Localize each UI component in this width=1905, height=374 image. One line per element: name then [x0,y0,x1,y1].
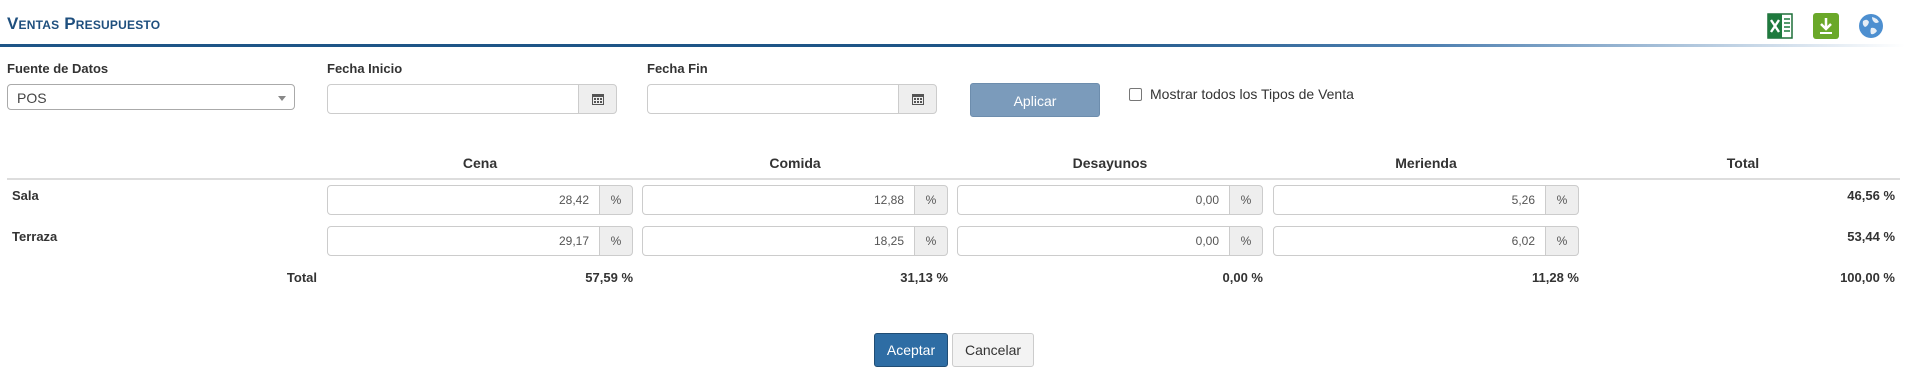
column-total-cena: 57,59 % [585,270,633,285]
grand-total: 100,00 % [1840,270,1895,285]
download-icon[interactable] [1812,12,1840,40]
start-date-input[interactable] [327,84,579,114]
table-cell: 12,88 % [642,185,948,215]
percent-addon: % [1545,226,1579,256]
excel-icon[interactable] [1766,12,1794,40]
percent-input[interactable]: 0,00 [957,226,1230,256]
percent-input[interactable]: 0,00 [957,185,1230,215]
percent-input[interactable]: 5,26 [1273,185,1546,215]
table-header-divider [7,178,1900,180]
table-cell: 5,26 % [1273,185,1579,215]
source-select[interactable]: POS [7,84,295,110]
globe-icon[interactable] [1857,12,1885,40]
percent-input[interactable]: 12,88 [642,185,915,215]
column-total-desayunos: 0,00 % [1222,270,1263,285]
cancel-button[interactable]: Cancelar [952,333,1034,367]
apply-button[interactable]: Aplicar [970,83,1100,117]
percent-addon: % [1545,185,1579,215]
end-date-input[interactable] [647,84,899,114]
table-cell: 18,25 % [642,226,948,256]
column-header-cena: Cena [462,155,498,171]
start-date-label: Fecha Inicio [327,61,403,76]
title-underline [0,44,1905,47]
table-cell: 0,00 % [957,226,1263,256]
row-total: 53,44 % [1847,229,1895,244]
column-header-desayunos: Desayunos [1072,155,1148,171]
show-all-label: Mostrar todos los Tipos de Venta [1150,86,1354,102]
source-select-value: POS [17,90,47,106]
column-header-comida: Comida [769,155,821,171]
percent-addon: % [599,185,633,215]
accept-button[interactable]: Aceptar [874,333,948,367]
percent-addon: % [914,185,948,215]
show-all-checkbox[interactable] [1129,88,1142,101]
calendar-icon [592,94,604,105]
calendar-icon [912,94,924,105]
percent-addon: % [1229,226,1263,256]
page-title: Ventas Presupuesto [7,14,161,33]
chevron-down-icon [278,96,286,101]
percent-addon: % [599,226,633,256]
table-cell: 6,02 % [1273,226,1579,256]
row-label-sala: Sala [12,188,39,203]
footer-total-label: Total [286,270,317,285]
table-cell: 0,00 % [957,185,1263,215]
percent-addon: % [1229,185,1263,215]
percent-addon: % [914,226,948,256]
start-date-picker-button[interactable] [578,84,617,114]
end-date-picker-button[interactable] [898,84,937,114]
table-cell: 28,42 % [327,185,633,215]
row-total: 46,56 % [1847,188,1895,203]
percent-input[interactable]: 6,02 [1273,226,1546,256]
column-header-total: Total [1726,155,1760,171]
percent-input[interactable]: 28,42 [327,185,600,215]
percent-input[interactable]: 18,25 [642,226,915,256]
page-header: Ventas Presupuesto [0,0,1905,48]
table-cell: 29,17 % [327,226,633,256]
column-total-merienda: 11,28 % [1532,270,1579,285]
column-total-comida: 31,13 % [900,270,948,285]
source-label: Fuente de Datos [7,61,109,76]
column-header-merienda: Merienda [1395,155,1457,171]
end-date-label: Fecha Fin [647,61,708,76]
row-label-terraza: Terraza [12,229,58,244]
percent-input[interactable]: 29,17 [327,226,600,256]
